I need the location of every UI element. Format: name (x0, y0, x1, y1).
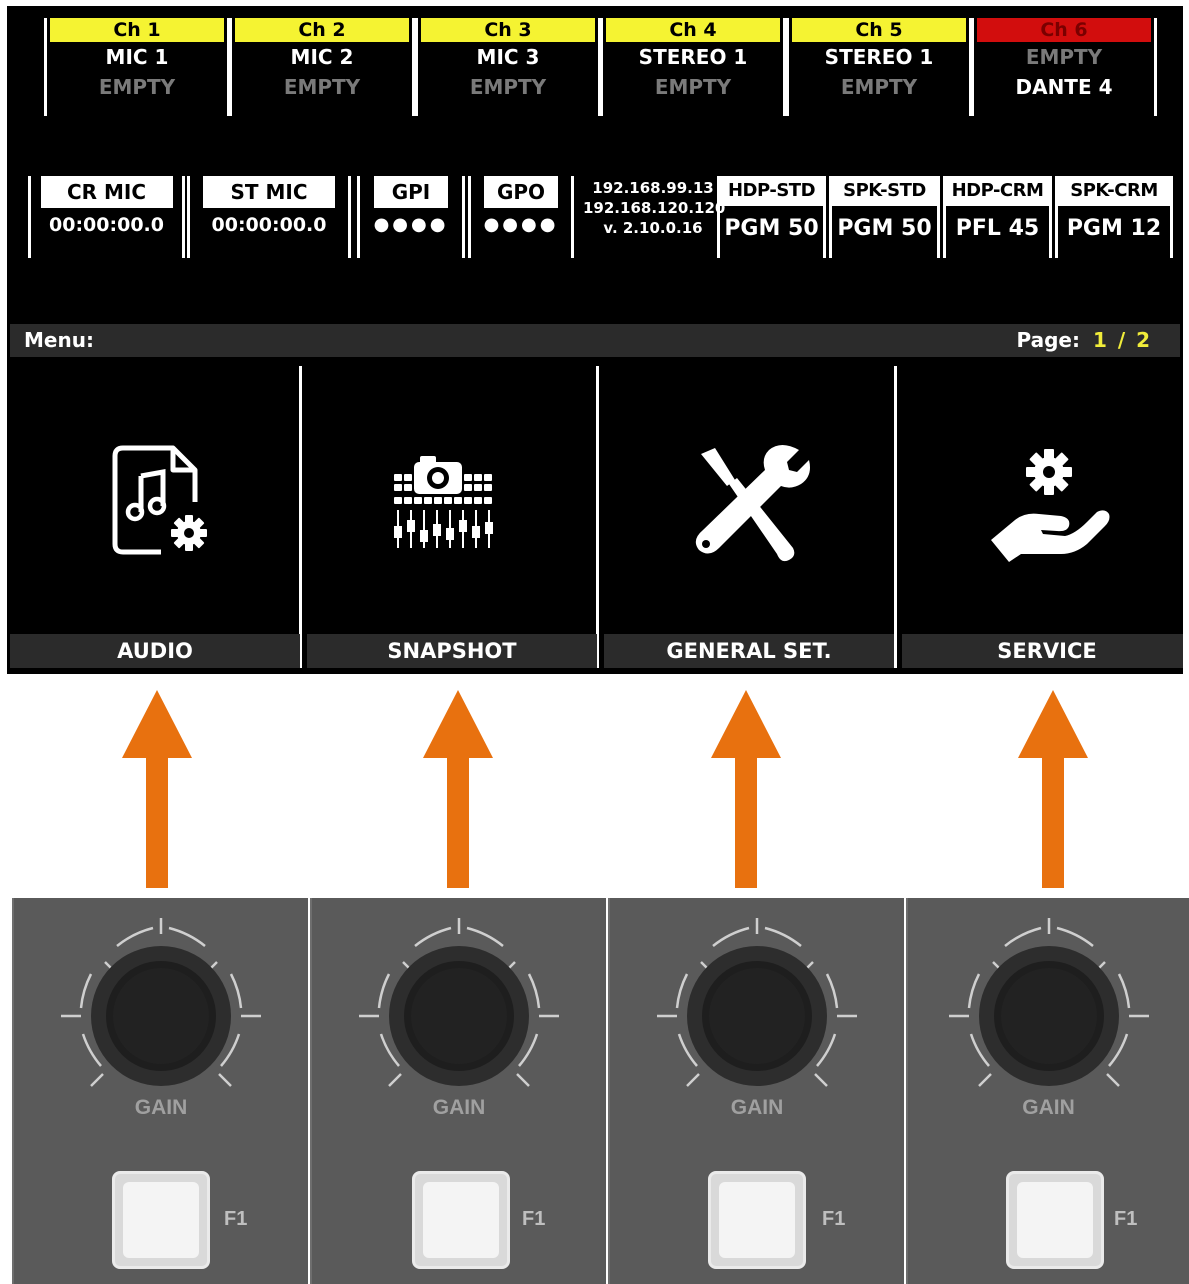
f1-label: F1 (822, 1208, 846, 1230)
channel-name: MIC 2 (290, 45, 354, 69)
channel-header: Ch 6 (977, 18, 1151, 42)
f1-button[interactable] (708, 1171, 806, 1269)
gain-label: GAIN (134, 1096, 188, 1119)
gain-knob[interactable] (948, 916, 1149, 1096)
menu-item-general-settings[interactable]: GENERAL SET. (604, 366, 894, 668)
cr-mic-timer: CR MIC 00:00:00.0 (28, 176, 185, 258)
monitor-spk-std: SPK-STD PGM 50 (829, 176, 940, 258)
monitor-label: HDP-CRM (946, 176, 1049, 206)
menu-bar: Menu: Page: 1 / 2 (10, 324, 1180, 357)
channel-name: STEREO 1 (638, 45, 748, 69)
channel-name: STEREO 1 (824, 45, 934, 69)
menu-item-label: AUDIO (10, 634, 300, 668)
arrow-up-icon (122, 690, 192, 888)
monitor-label: SPK-CRM (1058, 176, 1170, 206)
snapshot-icon (394, 456, 493, 548)
channel-source: DANTE 4 (1015, 75, 1113, 99)
st-mic-label: ST MIC (203, 176, 335, 208)
arrow-up-icon (1018, 690, 1088, 888)
monitor-spk-crm: SPK-CRM PGM 12 (1055, 176, 1173, 258)
channel-4: Ch 4 STEREO 1 EMPTY (600, 18, 786, 116)
menu-label: Menu: (24, 328, 94, 352)
channel-6: Ch 6 EMPTY DANTE 4 (971, 18, 1157, 116)
gain-knob[interactable] (657, 916, 857, 1096)
channel-header: Ch 4 (606, 18, 780, 42)
st-mic-value: 00:00:00.0 (211, 214, 327, 236)
firmware-version: v. 2.10.0.16 (603, 219, 703, 237)
ip-address-1: 192.168.99.13 (592, 179, 714, 197)
gain-label: GAIN (1022, 1096, 1075, 1119)
menu-item-service[interactable]: SERVICE (902, 366, 1183, 668)
channel-source: EMPTY (98, 75, 176, 99)
gpo-status: GPO ●●●● (468, 176, 574, 258)
f1-button[interactable] (112, 1171, 210, 1269)
gain-label: GAIN (730, 1096, 784, 1119)
channel-header: Ch 2 (235, 18, 409, 42)
f1-label: F1 (1114, 1208, 1138, 1230)
control-strip-3: GAIN F1 (608, 898, 904, 1284)
page-label: Page: (1016, 328, 1081, 352)
control-strip-4: GAIN F1 (906, 898, 1189, 1284)
st-mic-timer: ST MIC 00:00:00.0 (187, 176, 351, 258)
menu-item-audio[interactable]: AUDIO (10, 366, 300, 668)
tile-divider (894, 366, 897, 668)
control-strip-1: GAIN F1 (12, 898, 308, 1284)
ip-address-2: 192.168.120.120 (583, 199, 726, 217)
monitor-value: PFL 45 (955, 216, 1040, 241)
arrow-up-icon (711, 690, 781, 888)
channel-name: EMPTY (1025, 45, 1103, 69)
gain-knob[interactable] (61, 916, 261, 1096)
menu-item-label: SNAPSHOT (307, 634, 597, 668)
gpo-indicators: ●●●● (483, 214, 559, 235)
page-indicator: 1 / 2 (1092, 328, 1152, 352)
channel-source: EMPTY (654, 75, 732, 99)
service-icon (991, 449, 1110, 562)
monitor-hdp-crm: HDP-CRM PFL 45 (943, 176, 1052, 258)
channel-1: Ch 1 MIC 1 EMPTY (44, 18, 230, 116)
channel-header: Ch 3 (421, 18, 595, 42)
channel-source: EMPTY (469, 75, 547, 99)
channel-source: EMPTY (840, 75, 918, 99)
f1-label: F1 (224, 1208, 248, 1230)
monitor-hdp-std: HDP-STD PGM 50 (717, 176, 826, 258)
channel-source: EMPTY (283, 75, 361, 99)
display-screen: Ch 1 MIC 1 EMPTY Ch 2 MIC 2 EMPTY Ch 3 M… (7, 6, 1183, 674)
menu-item-label: SERVICE (902, 634, 1183, 668)
channel-name: MIC 1 (105, 45, 169, 69)
monitor-value: PGM 50 (724, 216, 819, 241)
control-strip-2: GAIN F1 (310, 898, 606, 1284)
channel-name: MIC 3 (476, 45, 540, 69)
tools-icon (695, 445, 810, 562)
monitor-value: PGM 12 (1066, 216, 1162, 241)
menu-item-snapshot[interactable]: SNAPSHOT (307, 366, 597, 668)
f1-label: F1 (522, 1208, 546, 1230)
gain-knob[interactable] (359, 916, 559, 1096)
monitor-label: HDP-STD (720, 176, 823, 206)
monitor-label: SPK-STD (832, 176, 937, 206)
audio-settings-icon (112, 445, 215, 559)
gpi-status: GPI ●●●● (357, 176, 465, 258)
channel-3: Ch 3 MIC 3 EMPTY (415, 18, 601, 116)
channel-2: Ch 2 MIC 2 EMPTY (229, 18, 415, 116)
f1-button[interactable] (1006, 1171, 1104, 1269)
menu-item-label: GENERAL SET. (604, 634, 894, 668)
f1-button[interactable] (412, 1171, 510, 1269)
channel-5: Ch 5 STEREO 1 EMPTY (786, 18, 972, 116)
arrow-up-icon (423, 690, 493, 888)
monitor-value: PGM 50 (837, 216, 932, 241)
network-info: 192.168.99.13 192.168.120.120 v. 2.10.0.… (583, 178, 726, 238)
cr-mic-label: CR MIC (40, 176, 173, 208)
channel-header: Ch 5 (792, 18, 966, 42)
gpi-indicators: ●●●● (373, 214, 449, 235)
gpi-label: GPI (374, 176, 448, 208)
cr-mic-value: 00:00:00.0 (49, 214, 164, 236)
gpo-label: GPO (484, 176, 558, 208)
gain-label: GAIN (432, 1096, 486, 1119)
channel-header: Ch 1 (50, 18, 224, 42)
